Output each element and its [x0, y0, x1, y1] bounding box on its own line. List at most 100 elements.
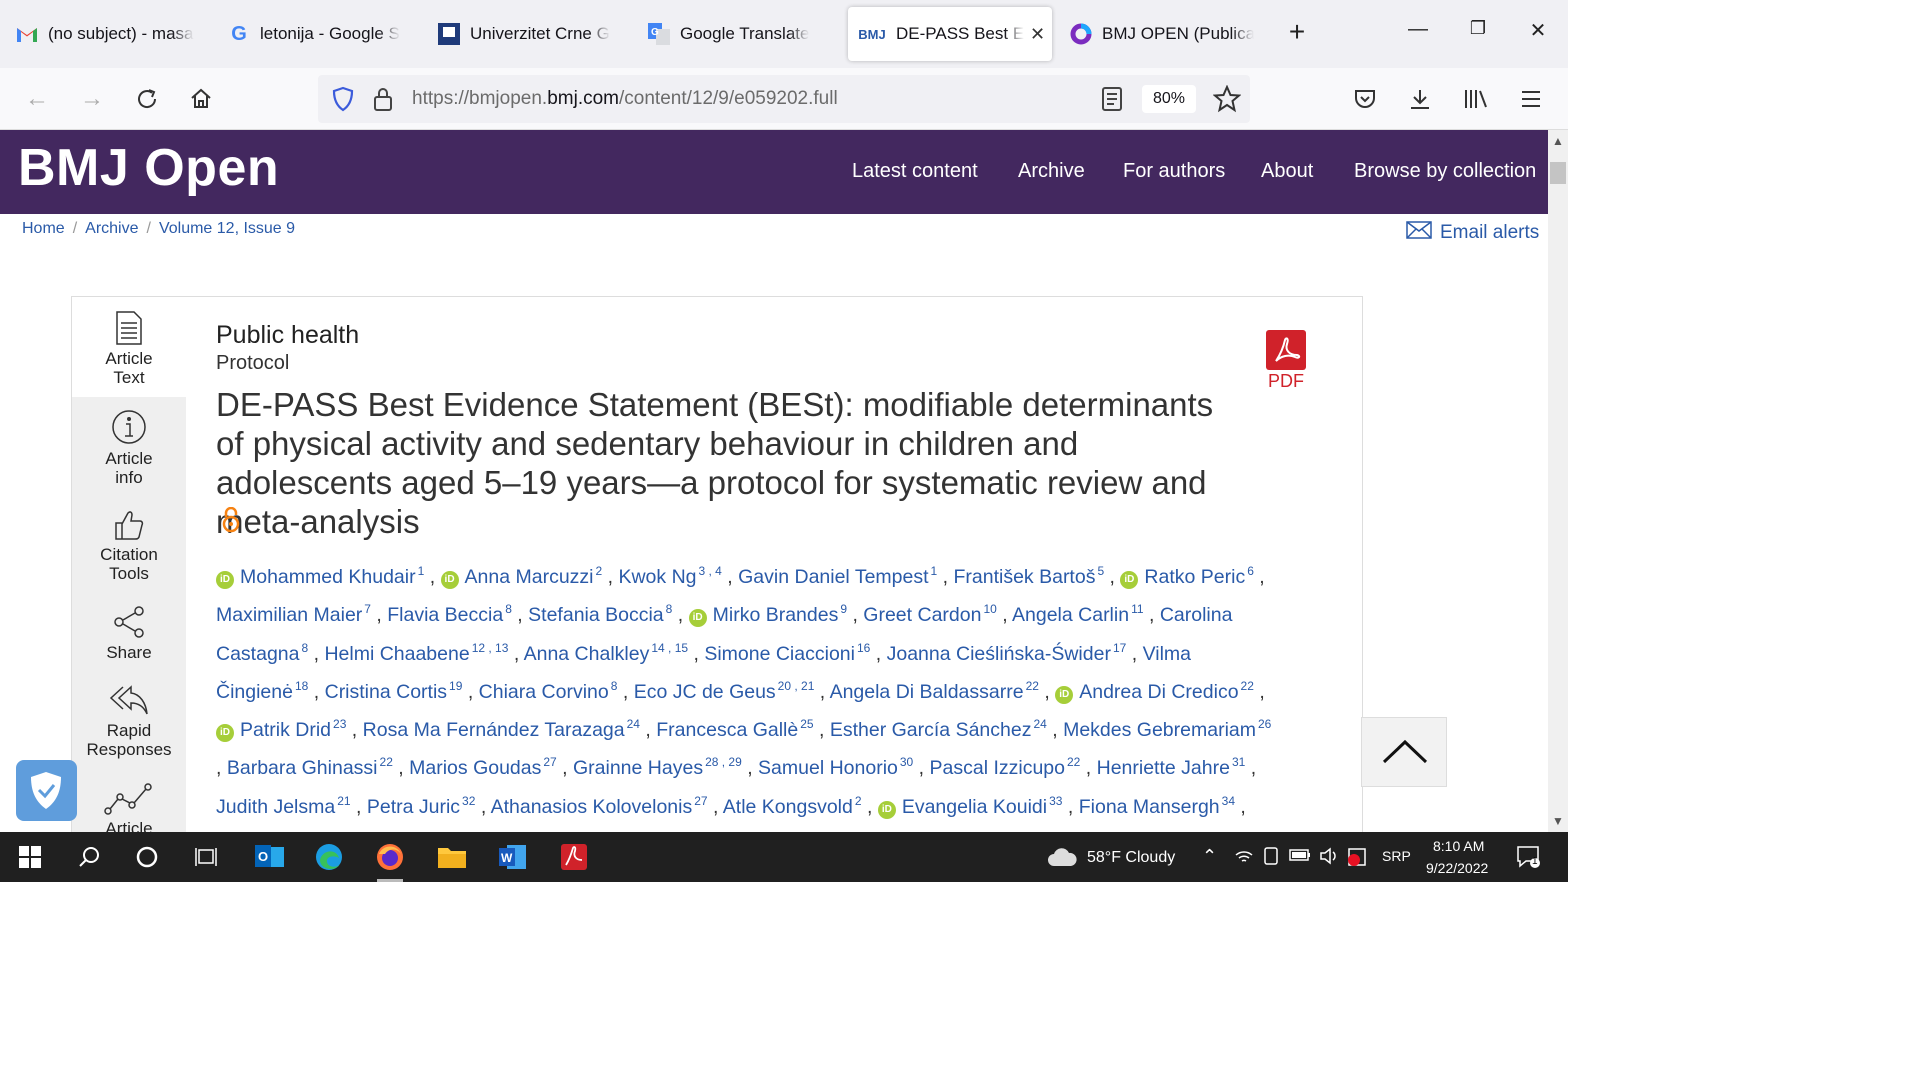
cloud-weather-icon[interactable]: [1046, 841, 1078, 873]
author-name-link[interactable]: Petra Juric: [367, 796, 460, 818]
author-name-link[interactable]: Gavin Daniel Tempest: [738, 566, 928, 588]
bmj-open-logo[interactable]: BMJ Open: [18, 138, 279, 198]
orcid-icon[interactable]: iD: [877, 800, 896, 819]
author-name-link[interactable]: Evangelia Kouidi: [902, 796, 1047, 818]
affiliation-superscript[interactable]: 10: [983, 602, 996, 616]
affiliation-superscript[interactable]: 24: [627, 717, 640, 731]
affiliation-superscript[interactable]: 24: [1033, 717, 1046, 731]
author-name-link[interactable]: Henriette Jahre: [1097, 757, 1230, 779]
window-close-icon[interactable]: ✕: [1523, 18, 1553, 43]
affiliation-superscript[interactable]: 19: [449, 679, 462, 693]
lock-icon[interactable]: [373, 86, 393, 117]
sidebar-citation-tools[interactable]: Citation Tools: [72, 509, 186, 595]
affiliation-superscript[interactable]: 27: [694, 794, 707, 808]
author-name-link[interactable]: Ratko Peric: [1144, 566, 1245, 588]
menu-icon[interactable]: [1516, 84, 1546, 114]
author-name-link[interactable]: Mirko Brandes: [713, 604, 839, 626]
nav-latest-content[interactable]: Latest content: [852, 160, 978, 183]
author-name-link[interactable]: Esther García Sánchez: [830, 719, 1032, 741]
tab-de-pass-active[interactable]: BMJ DE-PASS Best Ev ✕: [848, 7, 1052, 61]
page-scrollbar[interactable]: ▲ ▼: [1548, 130, 1568, 832]
pocket-icon[interactable]: [1350, 84, 1380, 114]
nav-browse-by-collection[interactable]: Browse by collection: [1354, 160, 1536, 183]
author-name-link[interactable]: Anna Chalkley: [524, 643, 650, 665]
edge-icon[interactable]: [313, 841, 345, 873]
author-name-link[interactable]: Kwok Ng: [618, 566, 696, 588]
affiliation-superscript[interactable]: 18: [295, 679, 308, 693]
author-name-link[interactable]: Helmi Chaabene: [324, 643, 469, 665]
affiliation-superscript[interactable]: 12 , 13: [472, 641, 509, 655]
library-icon[interactable]: [1461, 84, 1491, 114]
affiliation-superscript[interactable]: 22: [1067, 755, 1080, 769]
author-name-link[interactable]: Patrik Drid: [240, 719, 331, 741]
affiliation-superscript[interactable]: 22: [1026, 679, 1039, 693]
affiliation-superscript[interactable]: 7: [364, 602, 371, 616]
author-name-link[interactable]: Athanasios Kolovelonis: [491, 796, 693, 818]
search-icon[interactable]: [74, 841, 106, 873]
tab-google-translate[interactable]: G Google Translate: [648, 7, 828, 61]
back-icon[interactable]: ←: [22, 84, 52, 114]
orcid-icon[interactable]: iD: [216, 724, 234, 743]
affiliation-superscript[interactable]: 31: [1232, 755, 1245, 769]
tracking-protection-icon[interactable]: [331, 86, 355, 117]
affiliation-superscript[interactable]: 26: [1258, 717, 1271, 731]
author-name-link[interactable]: Flavia Beccia: [387, 604, 503, 626]
scroll-up-arrow-icon[interactable]: ▲: [1552, 134, 1564, 148]
nav-about[interactable]: About: [1261, 160, 1313, 183]
author-name-link[interactable]: Fiona Mansergh: [1079, 796, 1220, 818]
author-name-link[interactable]: Pascal Izzicupo: [930, 757, 1065, 779]
minimize-icon[interactable]: —: [1403, 18, 1433, 41]
author-name-link[interactable]: Barbara Ghinassi: [227, 757, 378, 779]
author-name-link[interactable]: Joanna Cieślińska-Świder: [887, 643, 1111, 665]
sidebar-article-info[interactable]: Article info: [72, 409, 186, 495]
tab-ucg[interactable]: Univerzitet Crne G: [438, 7, 620, 61]
url-text[interactable]: https://bmjopen.bmj.com/content/12/9/e05…: [412, 88, 838, 110]
affiliation-superscript[interactable]: 14 , 15: [651, 641, 688, 655]
author-name-link[interactable]: Chiara Corvino: [479, 681, 609, 703]
affiliation-superscript[interactable]: 30: [900, 755, 913, 769]
author-name-link[interactable]: Mekdes Gebremariam: [1063, 719, 1256, 741]
affiliation-superscript[interactable]: 33: [1049, 794, 1062, 808]
author-name-link[interactable]: Greet Cardon: [863, 604, 981, 626]
cortana-icon[interactable]: [131, 841, 163, 873]
forward-icon[interactable]: →: [77, 84, 107, 114]
clock-time[interactable]: 8:10 AM: [1433, 838, 1484, 854]
author-name-link[interactable]: Samuel Honorio: [758, 757, 898, 779]
word-icon[interactable]: W: [497, 841, 529, 873]
language-indicator[interactable]: SRP: [1382, 848, 1411, 864]
affiliation-superscript[interactable]: 3 , 4: [699, 564, 722, 578]
affiliation-superscript[interactable]: 11: [1131, 602, 1143, 616]
author-name-link[interactable]: Angela Di Baldassarre: [830, 681, 1024, 703]
nav-archive[interactable]: Archive: [1018, 160, 1085, 183]
orcid-icon[interactable]: iD: [688, 609, 707, 628]
notifications-icon[interactable]: [1516, 845, 1542, 874]
weather-text[interactable]: 58°F Cloudy: [1087, 849, 1175, 867]
tab-bmj-open-publons[interactable]: BMJ OPEN (Publica: [1070, 7, 1254, 61]
affiliation-superscript[interactable]: 17: [1113, 641, 1126, 655]
pdf-download-button[interactable]: PDF: [1266, 330, 1306, 392]
author-name-link[interactable]: Marios Goudas: [409, 757, 541, 779]
author-name-link[interactable]: František Bartoš: [953, 566, 1095, 588]
downloads-icon[interactable]: [1405, 84, 1435, 114]
affiliation-superscript[interactable]: 23: [333, 717, 346, 731]
author-name-link[interactable]: Francesca Gallè: [656, 719, 798, 741]
close-tab-icon[interactable]: ✕: [1030, 24, 1045, 45]
scrollbar-thumb[interactable]: [1550, 162, 1566, 184]
zoom-level-button[interactable]: 80%: [1142, 85, 1196, 113]
author-name-link[interactable]: Maximilian Maier: [216, 604, 362, 626]
orcid-icon[interactable]: iD: [1055, 685, 1074, 704]
affiliation-superscript[interactable]: 2: [855, 794, 862, 808]
url-bar[interactable]: https://bmjopen.bmj.com/content/12/9/e05…: [318, 75, 1250, 123]
affiliation-superscript[interactable]: 22: [1241, 679, 1254, 693]
back-to-top-button[interactable]: [1361, 717, 1447, 787]
privacy-shield-widget[interactable]: [16, 760, 77, 821]
orcid-icon[interactable]: iD: [440, 571, 459, 589]
restore-icon[interactable]: ❐: [1463, 18, 1493, 39]
author-name-link[interactable]: Rosa Ma Fernández Tarazaga: [363, 719, 625, 741]
sidebar-article-text[interactable]: Article Text: [72, 297, 186, 397]
tab-gmail[interactable]: (no subject) - masa: [16, 7, 196, 61]
scroll-down-arrow-icon[interactable]: ▼: [1552, 814, 1564, 828]
reload-icon[interactable]: [132, 84, 162, 114]
battery-icon[interactable]: [1289, 848, 1311, 867]
affiliation-superscript[interactable]: 21: [337, 794, 350, 808]
